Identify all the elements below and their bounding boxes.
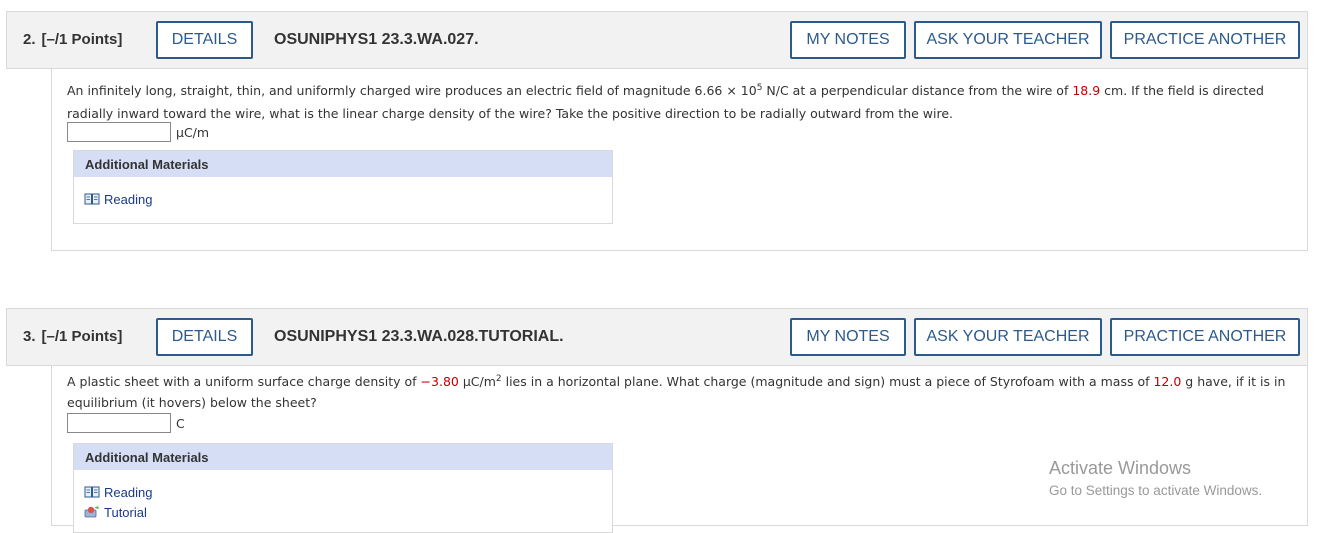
additional-materials: Additional Materials Reading	[73, 150, 613, 224]
question-text: A plastic sheet with a uniform surface c…	[67, 371, 1295, 413]
text-segment: N/C at a perpendicular distance from the…	[762, 83, 1073, 98]
field-magnitude: 6.66 × 10	[694, 83, 757, 98]
reading-link[interactable]: Reading	[74, 482, 612, 502]
question-number-label: 3.	[23, 328, 36, 345]
question-header: 2. [–/1 Points] DETAILS OSUNIPHYS1 23.3.W…	[6, 11, 1308, 69]
text-segment: A plastic sheet with a uniform surface c…	[67, 374, 421, 389]
text-segment: An infinitely long, straight, thin, and …	[67, 83, 695, 98]
density-value: −3.80	[420, 374, 459, 389]
answer-row: μC/m	[67, 121, 209, 143]
question-code: OSUNIPHYS1 23.3.WA.027.	[274, 31, 479, 48]
book-icon	[84, 486, 100, 498]
tutorial-link[interactable]: Tutorial	[74, 502, 612, 522]
answer-row: C	[67, 412, 185, 434]
additional-materials-title: Additional Materials	[74, 444, 612, 470]
points-label: [–/1 Points]	[41, 328, 123, 345]
answer-input[interactable]	[67, 122, 171, 142]
practice-another-button[interactable]: PRACTICE ANOTHER	[1110, 318, 1300, 356]
question-number: 3. [–/1 Points]	[23, 328, 122, 345]
my-notes-button[interactable]: MY NOTES	[790, 318, 906, 356]
question-header: 3. [–/1 Points] DETAILS OSUNIPHYS1 23.3.W…	[6, 308, 1308, 366]
answer-unit: C	[176, 415, 185, 431]
question-number-label: 2.	[23, 31, 36, 48]
mass-value: 12.0	[1153, 374, 1182, 389]
watermark-subtitle: Go to Settings to activate Windows.	[1049, 483, 1263, 498]
ask-your-teacher-button[interactable]: ASK YOUR TEACHER	[914, 318, 1102, 356]
reading-link-label: Reading	[104, 191, 153, 207]
text-segment: lies in a horizontal plane. What charge …	[501, 374, 1154, 389]
question-2: 2. [–/1 Points] DETAILS OSUNIPHYS1 23.3.W…	[0, 0, 1325, 260]
question-body: A plastic sheet with a uniform surface c…	[51, 366, 1308, 533]
watermark-title: Activate Windows	[1049, 458, 1192, 478]
answer-unit: μC/m	[176, 124, 210, 140]
practice-another-button[interactable]: PRACTICE ANOTHER	[1110, 21, 1300, 59]
points-label: [–/1 Points]	[41, 31, 123, 48]
question-code: OSUNIPHYS1 23.3.WA.028.TUTORIAL.	[274, 328, 564, 345]
additional-materials: Additional Materials Reading	[73, 443, 613, 533]
book-icon	[84, 193, 100, 205]
tutorial-link-label: Tutorial	[104, 504, 147, 520]
ask-your-teacher-button[interactable]: ASK YOUR TEACHER	[914, 21, 1102, 59]
distance-value: 18.9	[1072, 83, 1101, 98]
question-text: An infinitely long, straight, thin, and …	[67, 79, 1295, 125]
reading-link[interactable]: Reading	[74, 189, 612, 209]
my-notes-button[interactable]: MY NOTES	[790, 21, 906, 59]
reading-link-label: Reading	[104, 484, 153, 500]
question-body: An infinitely long, straight, thin, and …	[51, 69, 1308, 251]
details-button[interactable]: DETAILS	[156, 21, 253, 59]
activate-windows-watermark: Activate Windows Go to Settings to activ…	[1049, 457, 1262, 502]
question-number: 2. [–/1 Points]	[23, 31, 122, 48]
additional-materials-title: Additional Materials	[74, 151, 612, 177]
text-segment: μC/m	[458, 374, 496, 389]
answer-input[interactable]	[67, 413, 171, 433]
details-button[interactable]: DETAILS	[156, 318, 253, 356]
